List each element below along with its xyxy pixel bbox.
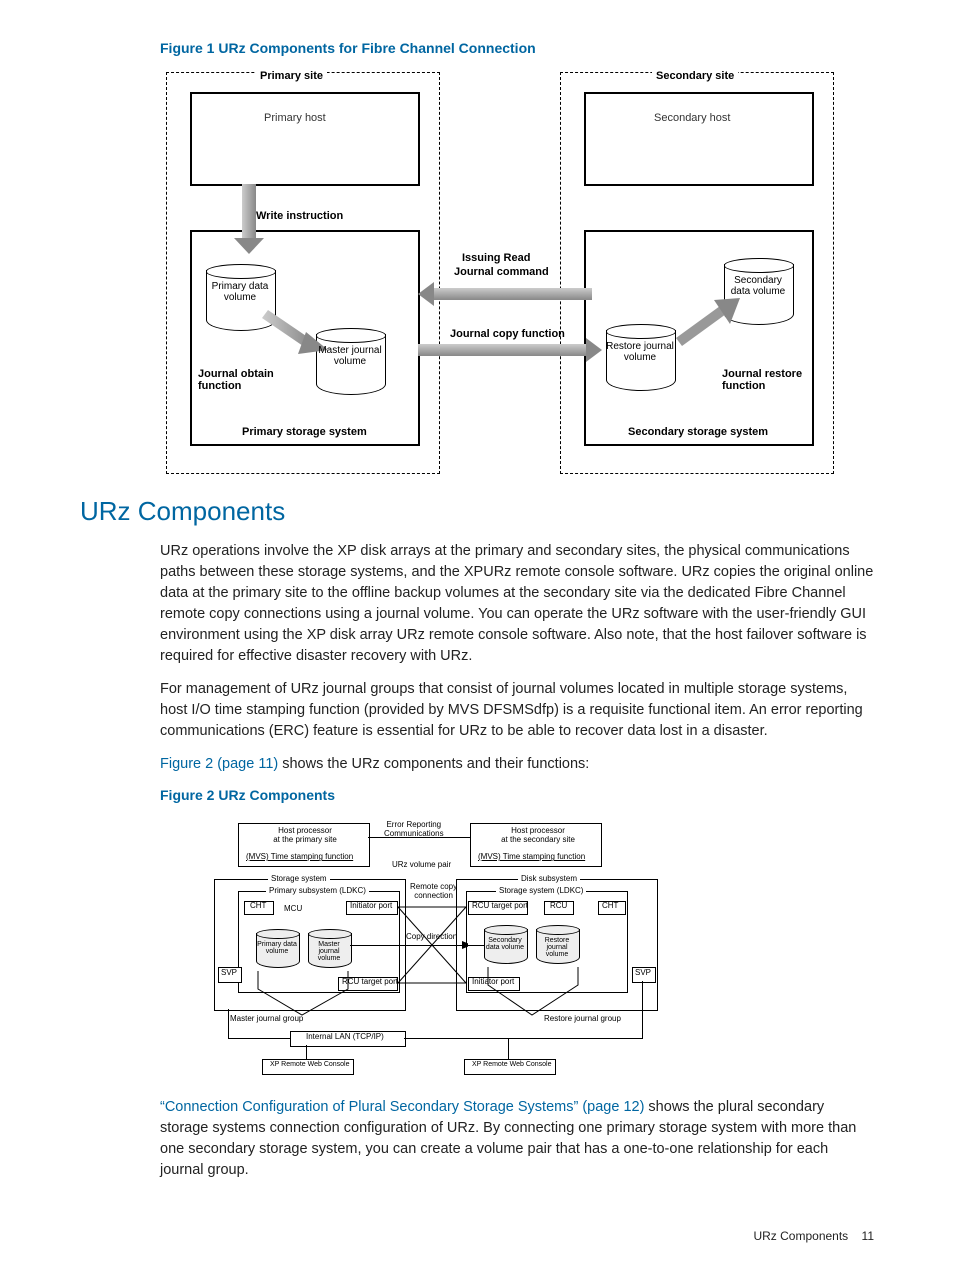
arrow-restore [664, 294, 740, 350]
paragraph-3-rest: shows the URz components and their funct… [278, 756, 589, 772]
f2-storage-system-label: Storage system [268, 875, 330, 884]
f2-lan-line-r [404, 1038, 642, 1039]
f2-storage-ldkc-label: Storage system (LDKC) [496, 887, 586, 896]
paragraph-2: For management of URz journal groups tha… [160, 679, 874, 742]
footer-label: URz Components [753, 1229, 848, 1243]
primary-storage-label: Primary storage system [242, 426, 367, 438]
f2-mcu-label: MCU [284, 905, 302, 914]
page: Figure 1 URz Components for Fibre Channe… [0, 0, 954, 1271]
figure1-diagram: Primary site Secondary site Primary host… [166, 72, 846, 472]
f2-secondary-data: Secondary data volume [484, 925, 526, 965]
journal-copy-label: Journal copy function [450, 328, 565, 340]
f2-lan-line-l1 [228, 1009, 229, 1039]
page-footer: URz Components 11 [753, 1229, 874, 1243]
secondary-storage-label: Secondary storage system [628, 426, 768, 438]
f2-master-jnl-label: Master journal volume [308, 941, 350, 962]
f2-erc-label: Error Reporting Communications [384, 821, 444, 839]
secondary-host-box [584, 92, 814, 186]
f2-svp-primary-label: SVP [221, 969, 237, 978]
f2-svp-secondary-label: SVP [635, 969, 651, 978]
f2-primary-subsystem-label: Primary subsystem (LDKC) [266, 887, 369, 896]
f2-console-line-r [508, 1039, 509, 1059]
f2-bracket-primary [250, 969, 356, 1019]
f2-host-secondary-label: Host processor at the secondary site [490, 827, 586, 845]
f2-remote-copy-label: Remote copy connection [410, 883, 457, 901]
issuing-read-label: Issuing Read [462, 252, 530, 264]
f2-host-primary-label: Host processor at the primary site [260, 827, 350, 845]
arrow-journal-copy [418, 344, 588, 356]
master-journal-label: Master journal volume [316, 346, 384, 367]
figure2-link[interactable]: Figure 2 (page 11) [160, 756, 278, 772]
figure2-caption: Figure 2 URz Components [160, 787, 874, 803]
journal-command-label: Journal command [454, 266, 549, 278]
footer-page-number: 11 [862, 1229, 874, 1243]
secondary-data-volume-label: Secondary data volume [724, 276, 792, 297]
secondary-site-label: Secondary site [652, 70, 738, 82]
primary-site-label: Primary site [256, 70, 327, 82]
f2-initiator-primary-label: Initiator port [350, 902, 392, 911]
f2-cht-primary-label: CHT [250, 902, 266, 911]
f2-rcu-label: RCU [550, 902, 567, 911]
arrow-primary-write [242, 184, 256, 240]
write-instruction-label: Write instruction [256, 210, 343, 222]
section-heading: URz Components [80, 496, 874, 527]
restore-journal-volume: Restore journal volume [606, 324, 674, 394]
f2-copy-arrow [350, 945, 484, 946]
f2-lan-line-r2 [642, 981, 643, 1039]
connection-config-link[interactable]: “Connection Configuration of Plural Seco… [160, 1099, 644, 1115]
f2-bracket-secondary [480, 965, 586, 1019]
f2-restore-jnl: Restore journal volume [536, 925, 578, 965]
figure1-caption: Figure 1 URz Components for Fibre Channe… [160, 40, 874, 56]
f2-primary-data: Primary data volume [256, 929, 298, 969]
restore-journal-label: Restore journal volume [606, 342, 674, 363]
f2-console-line-l [306, 1045, 307, 1059]
f2-disk-subsystem-label: Disk subsystem [518, 875, 580, 884]
f2-primary-data-label: Primary data volume [256, 941, 298, 955]
f2-lan-label: Internal LAN (TCP/IP) [306, 1033, 384, 1042]
f2-console-primary-label: XP Remote Web Console [270, 1061, 350, 1069]
f2-secondary-data-label: Secondary data volume [484, 937, 526, 951]
figure2-diagram: Host processor at the primary site (MVS)… [200, 819, 700, 1079]
journal-obtain-label: Journal obtain function [198, 368, 274, 392]
paragraph-3: Figure 2 (page 11) shows the URz compone… [160, 754, 874, 775]
f2-mvs-primary: (MVS) Time stamping function [246, 853, 353, 862]
primary-host-box [190, 92, 420, 186]
journal-restore-label: Journal restore function [722, 368, 802, 392]
master-journal-volume: Master journal volume [316, 328, 384, 398]
f2-rcu-target-secondary-label: RCU target port [472, 902, 528, 911]
f2-console-secondary-label: XP Remote Web Console [472, 1061, 552, 1069]
f2-restore-jnl-label: Restore journal volume [536, 937, 578, 958]
f2-erc-line [368, 837, 470, 838]
secondary-host-label: Secondary host [654, 112, 730, 124]
f2-cht-secondary-label: CHT [602, 902, 618, 911]
primary-host-label: Primary host [264, 112, 326, 124]
primary-data-volume-label: Primary data volume [206, 282, 274, 303]
f2-master-jnl: Master journal volume [308, 929, 350, 969]
f2-mvs-secondary: (MVS) Time stamping function [478, 853, 585, 862]
f2-urz-pair-label: URz volume pair [392, 861, 451, 870]
arrow-read-journal [432, 288, 592, 300]
f2-lan-line-l2 [228, 1038, 290, 1039]
paragraph-1: URz operations involve the XP disk array… [160, 541, 874, 667]
paragraph-4: “Connection Configuration of Plural Seco… [160, 1097, 874, 1181]
